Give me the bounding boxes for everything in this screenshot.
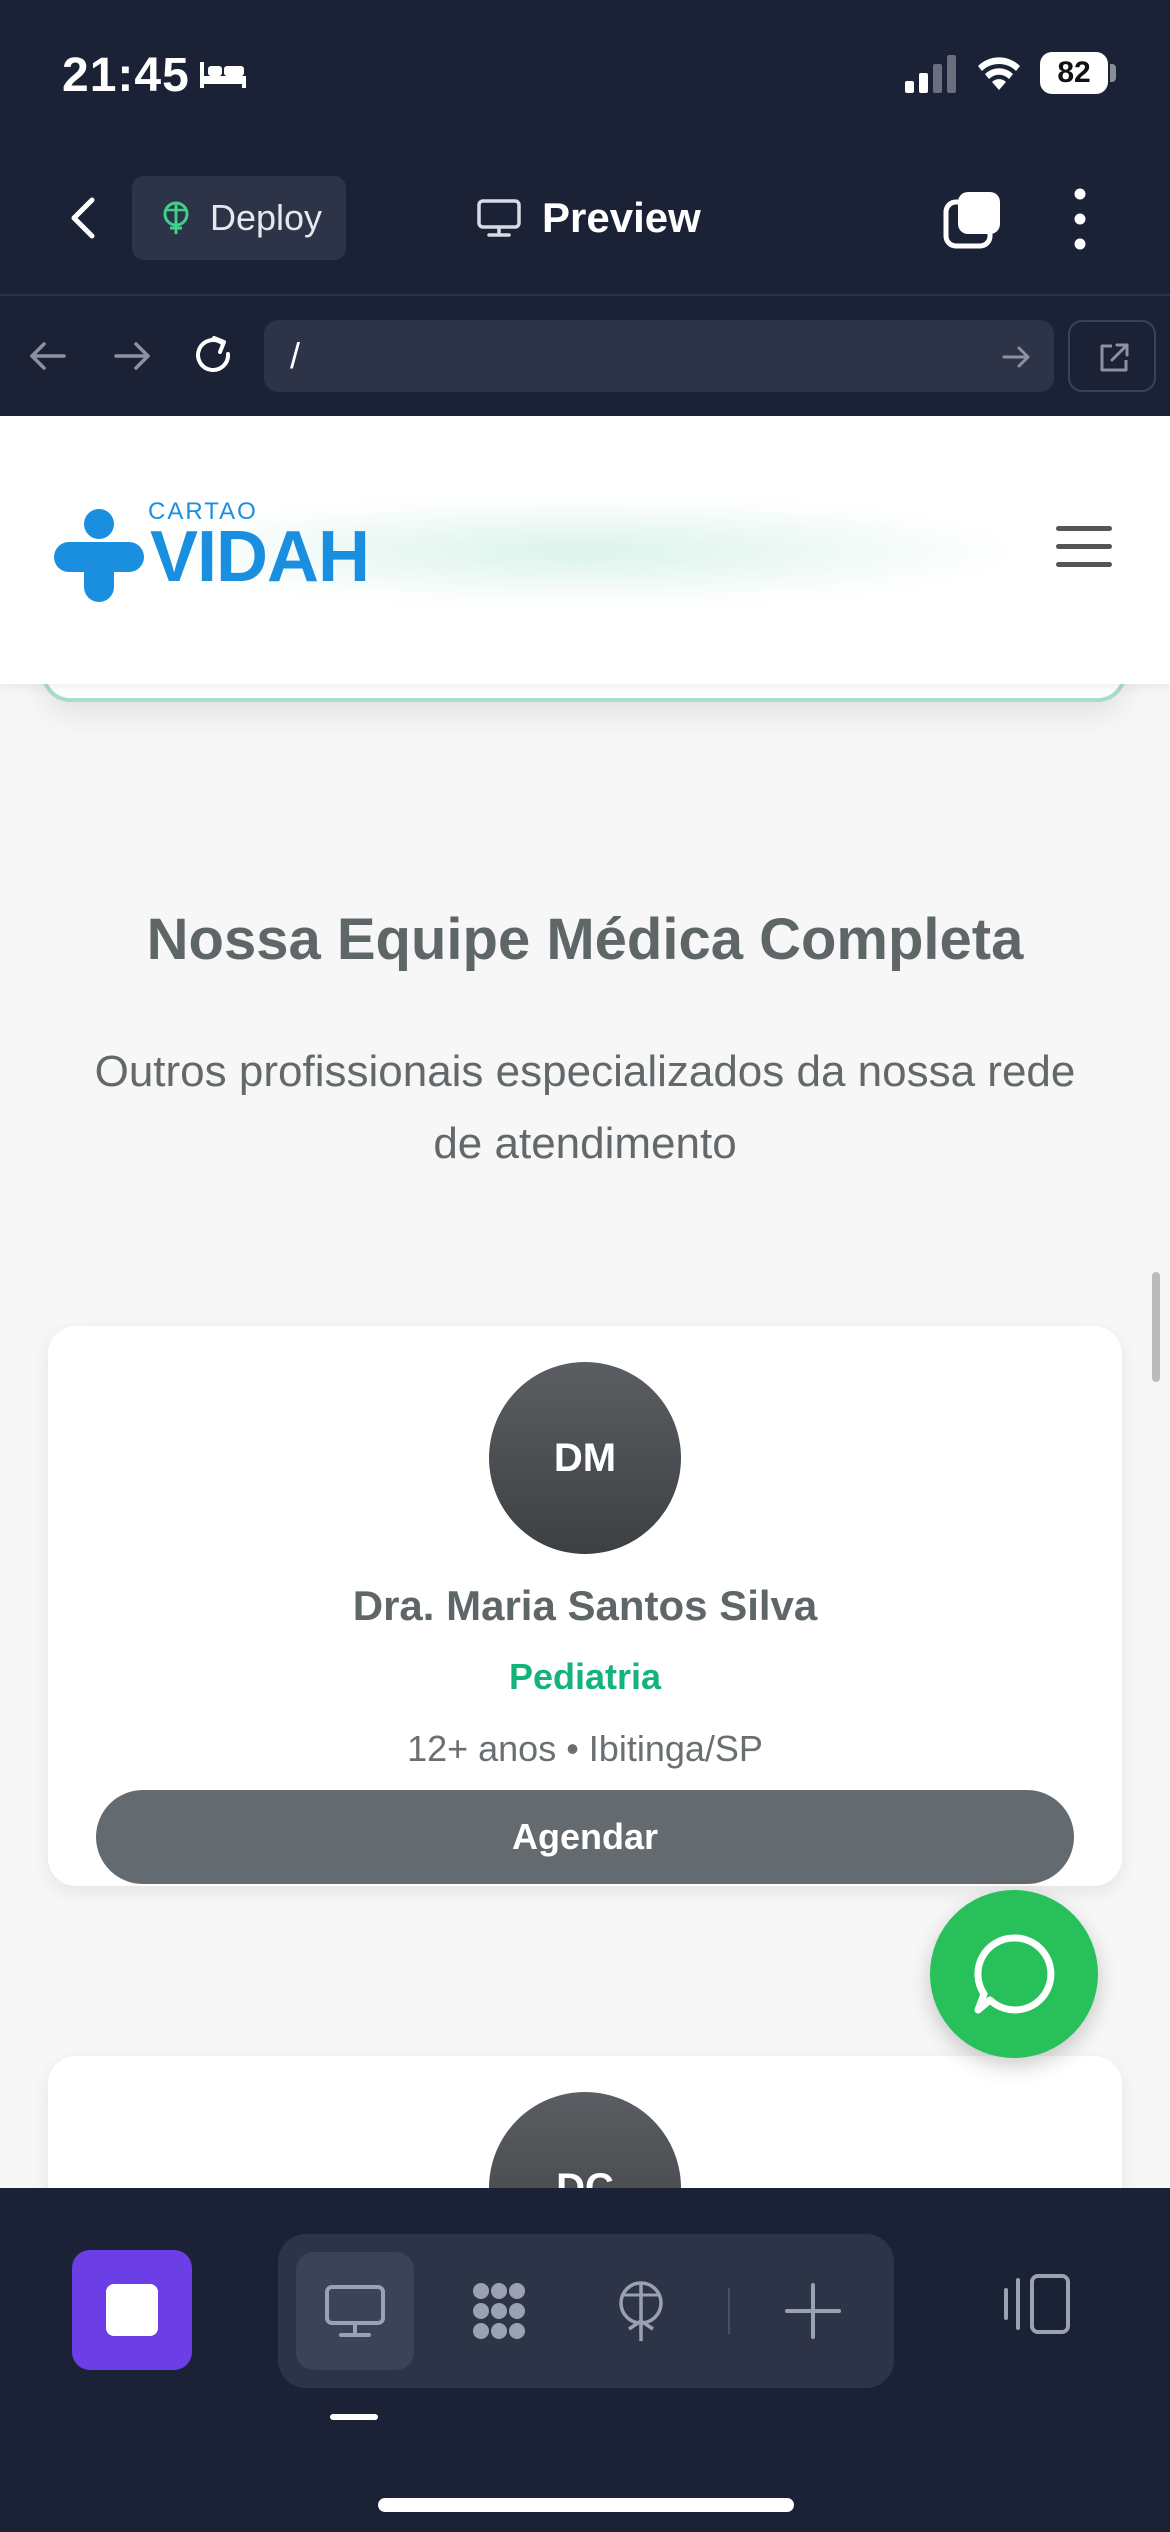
doctor-specialty: Pediatria: [508, 1656, 662, 1697]
plus-icon: [785, 2283, 841, 2339]
active-tab-indicator: [330, 2414, 378, 2420]
site-logo[interactable]: CARTAO VIDAH: [54, 498, 394, 608]
dock-add-button[interactable]: [754, 2252, 872, 2370]
web-preview: CARTAO VIDAH Nossa Equipe Médica Complet…: [0, 416, 1170, 2188]
doctor-meta: 12+ anos • Ibitinga/SP: [407, 1728, 763, 1769]
back-chevron-icon[interactable]: [58, 188, 108, 248]
stop-icon: [106, 2284, 158, 2336]
app-toolbar: Deploy Preview: [0, 150, 1170, 296]
more-vertical-icon[interactable]: [1062, 186, 1098, 252]
deploy-label: Deploy: [210, 197, 323, 238]
schedule-button[interactable]: Agendar: [96, 1790, 1074, 1884]
bed-icon: [200, 62, 246, 88]
status-bar: 21:45 82: [0, 0, 1170, 150]
monitor-icon: [477, 199, 521, 237]
medical-cross-icon: [54, 509, 144, 602]
dock-preview-tab[interactable]: [296, 2252, 414, 2370]
avatar: DC: [489, 2092, 681, 2188]
wifi-icon: [978, 57, 1020, 90]
url-field[interactable]: /: [264, 320, 1054, 392]
stop-button[interactable]: [72, 2250, 192, 2370]
grid-dots-icon: [473, 2283, 525, 2339]
go-arrow-icon[interactable]: [1000, 340, 1034, 374]
address-bar: /: [0, 296, 1170, 416]
preview-label: Preview: [542, 194, 701, 241]
scrollbar-thumb[interactable]: [1152, 1272, 1160, 1382]
tabs-icon[interactable]: [942, 188, 1004, 250]
doctor-name: Dra. Maria Santos Silva: [352, 1582, 818, 1629]
dock-group: [278, 2234, 894, 2388]
battery-indicator: 82: [1040, 52, 1108, 94]
whatsapp-button[interactable]: [930, 1890, 1098, 2058]
preview-title: Preview: [476, 188, 701, 248]
battery-tip: [1110, 64, 1116, 82]
reload-icon[interactable]: [190, 332, 238, 380]
external-link-icon: [1100, 343, 1129, 372]
url-text: /: [290, 335, 301, 376]
section-title: Nossa Equipe Médica Completa: [146, 907, 1024, 972]
whatsapp-icon: [974, 1934, 1055, 2014]
deploy-button[interactable]: Deploy: [132, 176, 346, 260]
panel-toggle-icon[interactable]: [998, 2264, 1078, 2344]
bottom-dock: [0, 2188, 1170, 2532]
deploy-icon: [163, 201, 189, 234]
monitor-icon: [325, 2285, 385, 2337]
menu-icon[interactable]: [1056, 526, 1112, 572]
logo-big-text: VIDAH: [150, 517, 370, 597]
open-external-button[interactable]: [1068, 320, 1156, 392]
doctor-card: DC: [48, 2056, 1122, 2188]
doctor-card: DM Dra. Maria Santos Silva Pediatria 12+…: [48, 1326, 1122, 1886]
avatar: DM: [489, 1362, 681, 1554]
dock-apps-tab[interactable]: [440, 2252, 558, 2370]
arrow-right-icon[interactable]: [108, 332, 156, 380]
dock-deploy-tab[interactable]: [582, 2252, 700, 2370]
status-time: 21:45: [62, 49, 190, 102]
site-header: CARTAO VIDAH: [0, 416, 1170, 684]
section-subtitle: Outros profissionais especializados da n…: [94, 1047, 1076, 1168]
signal-icon: [905, 55, 956, 93]
arrow-left-icon[interactable]: [24, 332, 72, 380]
antenna-icon: [619, 2281, 663, 2341]
dock-separator: [728, 2288, 730, 2334]
home-indicator: [378, 2498, 794, 2512]
